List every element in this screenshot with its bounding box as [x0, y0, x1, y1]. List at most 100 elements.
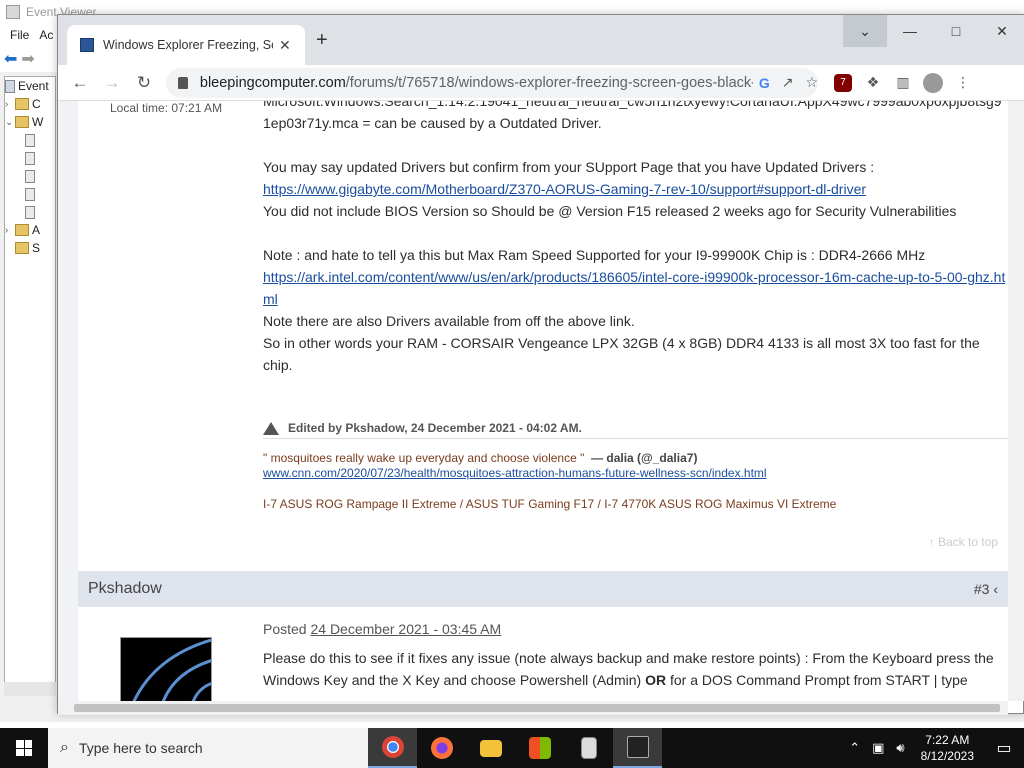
- log-icon: [25, 187, 35, 201]
- quote-text: " mosquitoes really wake up everyday and…: [263, 451, 585, 465]
- event-viewer-tree-icon: [5, 79, 15, 93]
- clock-time: 7:22 AM: [925, 733, 970, 747]
- tree-item-log[interactable]: [5, 167, 55, 185]
- cnn-link[interactable]: www.cnn.com/2020/07/23/health/mosquitoes…: [263, 466, 767, 480]
- tree-item-log[interactable]: [5, 185, 55, 203]
- clock-date: 8/12/2023: [920, 749, 974, 763]
- tree-item-subscriptions[interactable]: S: [5, 239, 55, 257]
- avatar[interactable]: [120, 637, 212, 701]
- share-icon[interactable]: ↗: [782, 74, 794, 91]
- chevron-up-icon[interactable]: ⌃: [849, 740, 860, 756]
- post-line: So in other words your RAM - CORSAIR Ven…: [263, 335, 980, 373]
- volume-icon[interactable]: 🔊︎: [896, 740, 904, 756]
- tree-item-log[interactable]: [5, 203, 55, 221]
- lock-icon[interactable]: [178, 76, 188, 89]
- scrollbar-thumb[interactable]: [74, 704, 1000, 712]
- page-content: Local time: 07:21 AM Microsoft.Windows.S…: [58, 101, 1008, 701]
- gigabyte-support-link[interactable]: https://www.gigabyte.com/Motherboard/Z37…: [263, 181, 866, 197]
- taskbar-search[interactable]: ⌕ Type here to search: [48, 728, 368, 768]
- tree-item-custom-views[interactable]: › C: [5, 95, 55, 113]
- tab-title: Windows Explorer Freezing, Screen: [103, 38, 273, 52]
- quote-author: — dalia (@_dalia7): [591, 451, 698, 465]
- taskbar-firefox[interactable]: [417, 728, 466, 768]
- avatar-image: [132, 638, 211, 701]
- post-line: 1ep03r71y.mca = can be caused by a Outda…: [263, 115, 602, 131]
- folder-icon: [15, 224, 29, 236]
- tree-item-windows-logs[interactable]: ⌄ W: [5, 113, 55, 131]
- address-bar[interactable]: bleepingcomputer.com/forums/t/765718/win…: [166, 67, 818, 98]
- system-tray: ⌃ ▣ 🔊︎ 7:22 AM 8/12/2023 ▭: [843, 728, 1024, 768]
- event-viewer-hscrollbar[interactable]: [4, 682, 56, 696]
- profile-avatar-icon[interactable]: [923, 72, 943, 93]
- posted-date[interactable]: 24 December 2021 - 03:45 AM: [310, 621, 501, 637]
- search-placeholder: Type here to search: [78, 740, 203, 756]
- menu-kebab-icon[interactable]: ⋮: [948, 74, 978, 91]
- new-tab-button[interactable]: +: [316, 29, 328, 52]
- menu-action[interactable]: Ac: [39, 28, 53, 42]
- signature-divider: [263, 438, 1008, 439]
- bookmark-star-icon[interactable]: ☆: [805, 74, 818, 91]
- store-icon: [528, 737, 551, 759]
- event-viewer-toolbar: ⬅ ➡: [0, 46, 60, 72]
- taskbar-event-viewer[interactable]: [564, 728, 613, 768]
- close-button[interactable]: ✕: [979, 15, 1024, 47]
- intel-ark-link[interactable]: https://ark.intel.com/content/www/us/en/…: [263, 269, 1005, 307]
- address-url[interactable]: bleepingcomputer.com/forums/t/765718/win…: [200, 75, 753, 91]
- forward-arrow-icon[interactable]: ➡: [21, 49, 34, 69]
- chrome-icon: [381, 736, 404, 758]
- favicon-icon: [80, 38, 94, 52]
- tab-active[interactable]: Windows Explorer Freezing, Screen ✕: [67, 25, 305, 65]
- tab-search-chevron-icon[interactable]: ⌄: [843, 15, 887, 47]
- taskbar-store[interactable]: [515, 728, 564, 768]
- post-number[interactable]: #3 ‹: [974, 581, 998, 597]
- event-viewer-tree: Event › C ⌄ W › A S: [4, 76, 56, 696]
- network-icon[interactable]: ▣: [872, 740, 884, 756]
- post-line: Microsoft.Windows.Search_1.14.2.19041_ne…: [263, 101, 1002, 109]
- back-to-top-link[interactable]: ↑ Back to top: [929, 535, 998, 549]
- back-button[interactable]: ←: [64, 73, 96, 93]
- post-line: Note there are also Drivers available fr…: [263, 313, 635, 329]
- google-lens-icon[interactable]: G: [759, 75, 770, 91]
- taskbar-file-explorer[interactable]: [466, 728, 515, 768]
- browser-toolbar: ← → ↻ bleepingcomputer.com/forums/t/7657…: [58, 65, 1024, 101]
- log-icon: [25, 133, 35, 147]
- taskbar-terminal[interactable]: [613, 728, 662, 768]
- reload-button[interactable]: ↻: [128, 73, 160, 93]
- maximize-button[interactable]: □: [933, 15, 979, 47]
- post-body: Please do this to see if it fixes any is…: [263, 650, 994, 688]
- chevron-right-icon[interactable]: ›: [5, 99, 15, 110]
- minimize-button[interactable]: —: [887, 15, 933, 47]
- firefox-icon: [430, 737, 453, 759]
- vertical-scrollbar[interactable]: [1008, 101, 1024, 701]
- post-author[interactable]: Pkshadow: [88, 580, 162, 598]
- terminal-icon: [626, 736, 649, 758]
- ublock-extension-icon[interactable]: 7: [834, 73, 852, 92]
- menu-file[interactable]: File: [10, 28, 29, 42]
- clock[interactable]: 7:22 AM 8/12/2023: [921, 732, 974, 764]
- share-icon[interactable]: ‹: [993, 581, 998, 597]
- post-line: You did not include BIOS Version so Shou…: [263, 203, 957, 219]
- forward-button[interactable]: →: [96, 73, 128, 93]
- side-panel-icon[interactable]: ▥: [888, 74, 918, 91]
- window-controls: ⌄ — □ ✕: [843, 15, 1024, 47]
- start-button[interactable]: [0, 728, 48, 768]
- taskbar-chrome[interactable]: [368, 728, 417, 768]
- chevron-down-icon[interactable]: ⌄: [5, 117, 15, 128]
- chevron-right-icon[interactable]: ›: [5, 225, 15, 236]
- edited-text: Edited by Pkshadow, 24 December 2021 - 0…: [288, 421, 582, 435]
- tab-strip: Windows Explorer Freezing, Screen ✕ + ⌄ …: [58, 15, 1024, 65]
- tab-close-icon[interactable]: ✕: [279, 37, 291, 54]
- tree-item-log[interactable]: [5, 131, 55, 149]
- signature-rigs: I-7 ASUS ROG Rampage II Extreme / ASUS T…: [263, 497, 837, 511]
- extensions-puzzle-icon[interactable]: ❖: [858, 74, 888, 91]
- tree-item-root[interactable]: Event: [5, 77, 55, 95]
- back-arrow-icon[interactable]: ⬅: [4, 49, 17, 69]
- tree-item-applications[interactable]: › A: [5, 221, 55, 239]
- edited-notice: Edited by Pkshadow, 24 December 2021 - 0…: [263, 421, 1008, 435]
- horizontal-scrollbar[interactable]: [58, 701, 1008, 715]
- tree-item-log[interactable]: [5, 149, 55, 167]
- notification-icon[interactable]: ▭: [984, 738, 1024, 758]
- forum-post-3: Posted 24 December 2021 - 03:45 AM Pleas…: [78, 607, 1008, 701]
- post-header: Pkshadow #3 ‹: [78, 571, 1008, 607]
- taskbar: ⌕ Type here to search ⌃ ▣ 🔊︎ 7:22 AM 8/1…: [0, 728, 1024, 768]
